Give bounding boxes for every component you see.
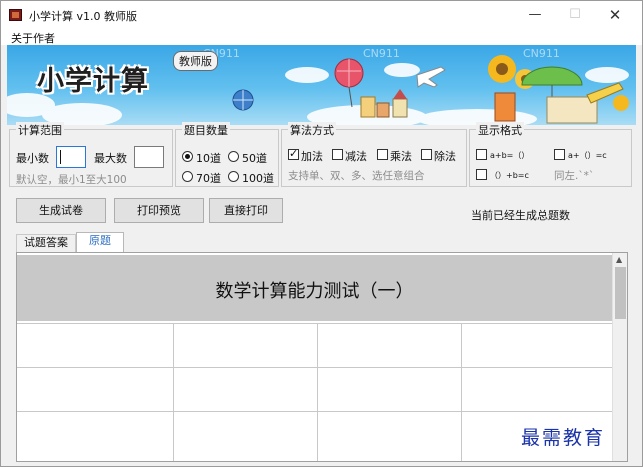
scroll-up-icon[interactable]: ▲: [616, 255, 622, 264]
scroll-thumb[interactable]: [615, 267, 626, 319]
grid-line: [173, 323, 174, 461]
generate-paper-button[interactable]: 生成试卷: [16, 198, 106, 223]
balloon-icon: [334, 58, 364, 108]
range-group-label: 计算范围: [16, 122, 64, 138]
multiply-label: 乘法: [390, 150, 412, 163]
max-label: 最大数: [94, 152, 127, 165]
grid-line: [17, 367, 612, 368]
vertical-scrollbar[interactable]: ▲: [612, 253, 627, 461]
count-70-label: 70道: [196, 172, 221, 185]
operation-group-label: 算法方式: [288, 122, 336, 138]
title-bar: 小学计算 v1.0 教师版 — ☐ ✕: [1, 1, 642, 29]
print-preview-button[interactable]: 打印预览: [114, 198, 204, 223]
grid-line: [17, 323, 612, 324]
window-title: 小学计算 v1.0 教师版: [29, 10, 137, 23]
close-button[interactable]: ✕: [593, 1, 637, 29]
grid-line: [461, 323, 462, 461]
multiply-checkbox[interactable]: [377, 149, 388, 160]
format-3-label: （）+b=c: [490, 171, 529, 180]
small-flower-icon: [613, 95, 629, 111]
text-caret: [60, 150, 61, 164]
corner-watermark: 最需教育: [521, 427, 606, 449]
edition-badge: 教师版: [173, 51, 218, 71]
count-100-radio[interactable]: [228, 171, 239, 182]
count-group-label: 题目数量: [182, 122, 230, 138]
direct-print-button[interactable]: 直接打印: [209, 198, 283, 223]
format-4-label: 同左.`*`: [554, 170, 595, 182]
count-70-radio[interactable]: [182, 171, 193, 182]
format-2-label: a+（）=c: [568, 151, 607, 160]
paper-header: 数学计算能力测试（一）: [17, 255, 612, 321]
count-50-radio[interactable]: [228, 151, 239, 162]
banner-watermark-3: CN911: [523, 47, 560, 60]
add-label: 加法: [301, 150, 323, 163]
min-label: 最小数: [16, 152, 49, 165]
add-checkbox[interactable]: [288, 147, 299, 160]
count-100-label: 100道: [242, 172, 274, 185]
format-group: 显示格式 a+b=（） a+（）=c （）+b=c 同左.`*`: [469, 122, 632, 187]
grid-line: [317, 323, 318, 461]
format-group-label: 显示格式: [476, 122, 524, 138]
range-group: 计算范围 最小数 最大数 默认空，最小1至大100: [9, 122, 173, 187]
tab-answers[interactable]: 试题答案: [16, 234, 76, 252]
banner-watermark-2: CN911: [363, 47, 400, 60]
globe-icon: [232, 89, 254, 111]
paper-title: 数学计算能力测试（一）: [215, 281, 414, 302]
app-window: 小学计算 v1.0 教师版 — ☐ ✕ 关于作者 CN911 CN911 CN9…: [0, 0, 643, 467]
menu-about-author[interactable]: 关于作者: [11, 30, 55, 46]
divide-label: 除法: [434, 150, 456, 163]
max-number-input[interactable]: [134, 146, 164, 168]
airplane-icon: [416, 66, 446, 88]
subtract-label: 减法: [345, 150, 367, 163]
count-50-label: 50道: [242, 152, 267, 165]
operation-hint: 支持单、双、多、选任意组合: [288, 170, 425, 182]
total-generated-status: 当前已经生成总题数: [471, 209, 570, 222]
app-icon: [9, 9, 22, 21]
format-2-checkbox[interactable]: [554, 149, 565, 160]
format-3-checkbox[interactable]: [476, 169, 487, 180]
pencil-cup-icon: [494, 92, 516, 122]
grid-line: [17, 411, 612, 412]
divide-checkbox[interactable]: [421, 149, 432, 160]
banner: CN911 CN911 CN911 小学计算 教师版: [7, 45, 636, 125]
town-icon: [360, 89, 408, 118]
menu-bar: 关于作者: [1, 29, 642, 45]
subtract-checkbox[interactable]: [332, 149, 343, 160]
range-hint: 默认空，最小1至大100: [16, 174, 127, 186]
operation-group: 算法方式 加法 减法 乘法 除法 支持单、双、多、选任意组合: [281, 122, 467, 187]
app-logo: 小学计算: [37, 66, 149, 97]
tab-original[interactable]: 原题: [76, 232, 124, 252]
min-number-input[interactable]: [56, 146, 86, 168]
count-group: 题目数量 10道 50道 70道 100道: [175, 122, 279, 187]
format-1-checkbox[interactable]: [476, 149, 487, 160]
count-10-radio[interactable]: [182, 151, 193, 162]
maximize-button[interactable]: ☐: [553, 1, 597, 29]
minimize-button[interactable]: —: [513, 1, 557, 29]
count-10-label: 10道: [196, 152, 221, 165]
format-1-label: a+b=（）: [490, 151, 530, 160]
